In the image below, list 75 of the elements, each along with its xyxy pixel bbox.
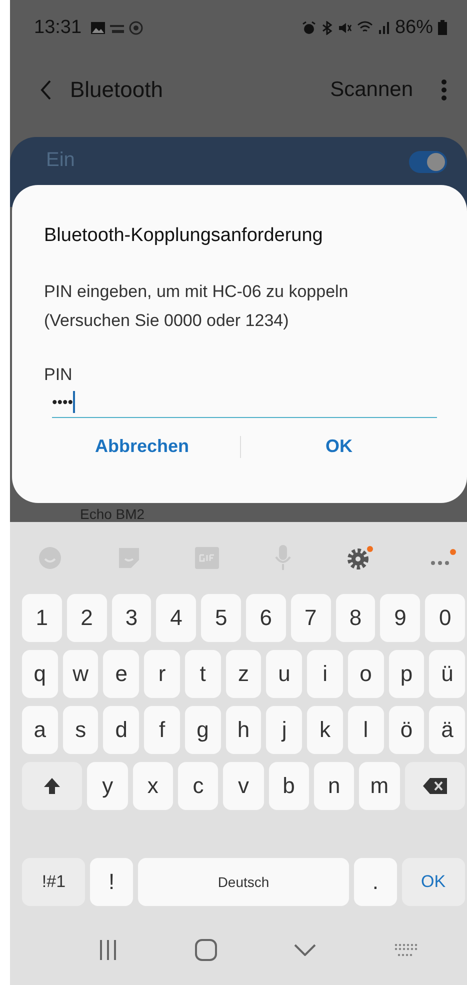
- battery-percent: 86%: [394, 16, 433, 38]
- alarm-icon: [302, 20, 316, 34]
- keyboard-key[interactable]: w: [62, 650, 98, 698]
- keyboard-key[interactable]: t: [184, 650, 221, 698]
- keyboard-key[interactable]: g: [184, 706, 221, 754]
- keyboard-key[interactable]: x: [132, 762, 174, 810]
- back-icon[interactable]: [40, 79, 52, 101]
- keyboard-key[interactable]: f: [144, 706, 180, 754]
- keyboard-key[interactable]: k: [307, 706, 343, 754]
- more-icon[interactable]: [428, 548, 457, 568]
- battery-icon: [438, 20, 447, 35]
- dialog-title: Bluetooth-Kopplungsanforderung: [44, 225, 324, 247]
- keyboard-key[interactable]: ü: [429, 650, 466, 698]
- keyboard-key[interactable]: b: [268, 762, 309, 810]
- keyboard-key[interactable]: .: [354, 858, 397, 906]
- wifi-icon: [356, 21, 373, 34]
- keyboard-key[interactable]: r: [144, 650, 180, 698]
- keyboard-key[interactable]: 4: [156, 594, 196, 642]
- bluetooth-toggle[interactable]: [409, 151, 447, 173]
- keyboard-key[interactable]: 0: [425, 594, 465, 642]
- home-icon[interactable]: [194, 938, 217, 960]
- mute-icon: [338, 20, 352, 34]
- keyboard-key[interactable]: u: [266, 650, 302, 698]
- keyboard-key[interactable]: j: [266, 706, 302, 754]
- arrow-up-icon: [43, 777, 62, 795]
- keyboard-icon[interactable]: [394, 942, 418, 956]
- keyboard-key[interactable]: d: [103, 706, 140, 754]
- more-options-icon[interactable]: [441, 79, 447, 101]
- keyboard-key[interactable]: v: [223, 762, 264, 810]
- keyboard-key[interactable]: q: [22, 650, 58, 698]
- bluetooth-icon: [320, 20, 333, 34]
- space-key[interactable]: Deutsch: [138, 858, 350, 906]
- keyboard-key[interactable]: i: [307, 650, 343, 698]
- ok-key[interactable]: OK: [402, 858, 465, 906]
- keyboard-key[interactable]: ä: [429, 706, 466, 754]
- chevron-down-icon[interactable]: [294, 944, 316, 956]
- cancel-button[interactable]: Abbrechen: [44, 430, 240, 463]
- settings-icon[interactable]: [346, 545, 374, 571]
- keyboard-key[interactable]: p: [388, 650, 424, 698]
- backspace-key[interactable]: [404, 762, 465, 810]
- keyboard-key[interactable]: c: [178, 762, 218, 810]
- image-icon: [90, 22, 105, 34]
- screen-title: Bluetooth: [70, 77, 164, 103]
- keyboard-key[interactable]: e: [103, 650, 140, 698]
- keyboard-key[interactable]: l: [348, 706, 384, 754]
- ok-button[interactable]: OK: [241, 430, 437, 463]
- dialog-message: PIN eingeben, um mit HC-06 zu koppeln: [44, 281, 350, 303]
- status-time: 13:31: [34, 16, 82, 38]
- recent-apps-icon[interactable]: [98, 940, 117, 960]
- dialog-message: (Versuchen Sie 0000 oder 1234): [44, 310, 290, 332]
- keyboard-key[interactable]: 5: [201, 594, 241, 642]
- keyboard-key[interactable]: 2: [66, 594, 107, 642]
- keyboard-key[interactable]: ö: [388, 706, 424, 754]
- device-name: Echo BM2: [80, 506, 145, 522]
- keyboard-key[interactable]: 9: [380, 594, 420, 642]
- symbols-key[interactable]: !#1: [22, 858, 86, 906]
- keyboard-key[interactable]: !: [90, 858, 133, 906]
- keyboard-key[interactable]: a: [22, 706, 58, 754]
- keyboard-key[interactable]: 3: [112, 594, 152, 642]
- pin-input-field[interactable]: ••••: [52, 387, 437, 418]
- keyboard-key[interactable]: h: [226, 706, 262, 754]
- backspace-icon: [422, 778, 447, 794]
- keyboard-key[interactable]: o: [348, 650, 384, 698]
- keyboard-key[interactable]: y: [87, 762, 128, 810]
- keyboard-key[interactable]: z: [226, 650, 262, 698]
- keyboard-key[interactable]: n: [314, 762, 354, 810]
- keyboard-key[interactable]: 7: [290, 594, 331, 642]
- keyboard-key[interactable]: s: [62, 706, 98, 754]
- signal-icon: [378, 21, 390, 34]
- keyboard-key[interactable]: m: [359, 762, 400, 810]
- keyboard-key[interactable]: 1: [22, 594, 62, 642]
- keyboard-key[interactable]: 6: [246, 594, 286, 642]
- keyboard-key[interactable]: 8: [336, 594, 376, 642]
- field-label: PIN: [44, 365, 74, 385]
- shift-key[interactable]: [22, 762, 82, 810]
